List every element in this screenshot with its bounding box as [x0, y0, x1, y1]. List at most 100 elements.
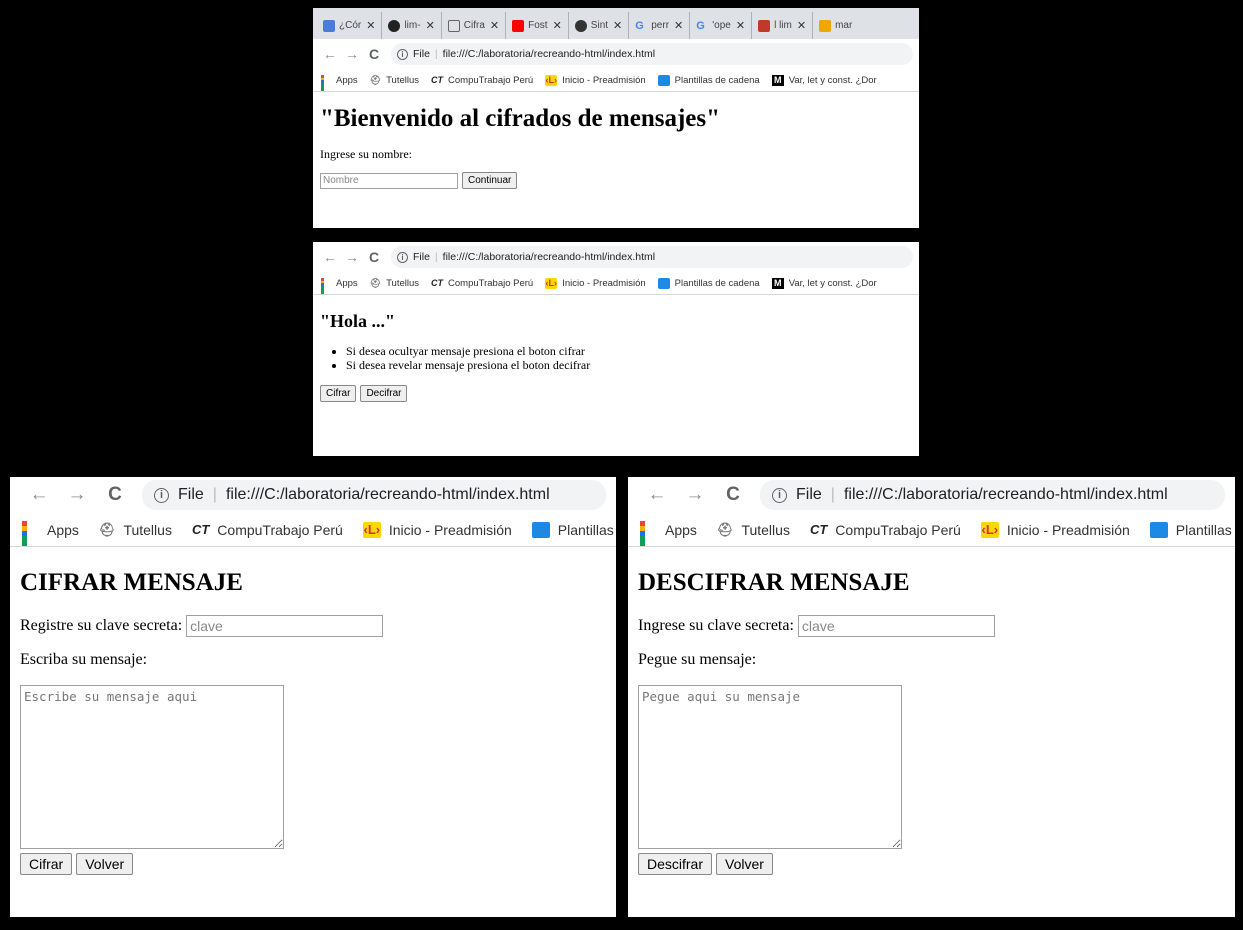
list-item: Si desea ocultyar mensaje presiona el bo… [346, 344, 912, 358]
cipher-button[interactable]: Cifrar [20, 853, 73, 875]
browser-tab[interactable]: Cifra ✕ [442, 12, 507, 39]
cipher-button[interactable]: Cifrar [320, 385, 357, 402]
plantillas-icon [657, 74, 670, 86]
key-input[interactable] [797, 615, 995, 637]
reload-icon[interactable]: C [714, 484, 752, 506]
bookmark-tutellus[interactable]: ⛑ Tutellus [370, 75, 419, 86]
instructions-list: Si desea ocultyar mensaje presiona el bo… [346, 344, 912, 372]
laboratoria-icon [758, 19, 771, 32]
bookmarks-bar: Apps ⛑ Tutellus CT CompuTrabajo Perú ‹L› In… [313, 69, 919, 92]
message-textarea[interactable] [638, 685, 902, 849]
browser-tab[interactable]: l lim ✕ [752, 12, 814, 39]
bookmark-medium[interactable]: M Var, let y const. ¿Dor [771, 277, 877, 289]
tab-strip: ¿Cór ✕ lim- ✕ Cifra ✕ Fost ✕ Sint ✕ Gperr ✕ G '… [313, 8, 919, 39]
bookmark-medium[interactable]: M Var, let y const. ¿Dor [771, 74, 877, 86]
decipher-button[interactable]: Descifrar [638, 853, 713, 875]
bookmark-preadmision[interactable]: ‹L› Inicio - Preadmisión [362, 521, 512, 538]
info-icon[interactable]: i [397, 251, 408, 263]
browser-tab[interactable]: Gperr ✕ [629, 12, 691, 39]
close-icon[interactable]: ✕ [674, 19, 683, 32]
apps-grid-icon [321, 75, 331, 91]
info-icon[interactable]: i [154, 487, 169, 503]
bookmark-apps[interactable]: Apps [321, 278, 358, 294]
close-icon[interactable]: ✕ [736, 19, 745, 32]
bookmark-computrabajo[interactable]: CT CompuTrabajo Perú [192, 522, 343, 538]
bookmark-plantillas[interactable]: Plantillas de cadena [531, 521, 616, 538]
close-icon[interactable]: ✕ [426, 19, 435, 32]
bookmark-preadmision[interactable]: ‹L› Inicio - Preadmisión [545, 74, 646, 86]
forward-icon[interactable]: → [341, 46, 363, 62]
forward-icon[interactable]: → [341, 249, 363, 265]
address-bar[interactable]: i File | file:///C:/laboratoria/recreand… [391, 246, 913, 268]
name-form: Continuar [320, 172, 912, 189]
bookmark-computrabajo[interactable]: CT CompuTrabajo Perú [810, 522, 961, 538]
apps-grid-icon [22, 521, 39, 546]
url-text: file:///C:/laboratoria/recreando-html/in… [442, 251, 656, 263]
browser-tab[interactable]: ¿Cór ✕ [317, 12, 383, 39]
address-bar[interactable]: i File | file:///C:/laboratoria/recreand… [760, 480, 1225, 510]
browser-tab[interactable]: mar [813, 12, 858, 39]
address-bar[interactable]: i File | file:///C:/laboratoria/recreand… [391, 43, 913, 65]
message-label: Escriba su mensaje: [20, 651, 148, 668]
bookmark-tutellus[interactable]: ⛑ Tutellus [370, 278, 419, 289]
continue-button[interactable]: Continuar [462, 172, 518, 189]
tutellus-icon: ⛑ [369, 74, 382, 85]
bookmark-preadmision[interactable]: ‹L› Inicio - Preadmisión [980, 521, 1130, 538]
bookmark-preadmision[interactable]: ‹L› Inicio - Preadmisión [545, 277, 646, 289]
back-button[interactable]: Volver [76, 853, 134, 875]
close-icon[interactable]: ✕ [613, 19, 622, 32]
browser-tab[interactable]: Fost ✕ [506, 12, 569, 39]
browser-tab[interactable]: lim- ✕ [382, 12, 442, 39]
page-content: DESCIFRAR MENSAJE Ingrese su clave secre… [628, 547, 1235, 897]
close-icon[interactable]: ✕ [797, 19, 806, 32]
preadmision-icon: ‹L› [980, 521, 999, 538]
message-textarea[interactable] [20, 685, 284, 849]
info-icon[interactable]: i [772, 487, 787, 503]
action-buttons: Descifrar Volver [638, 853, 1225, 875]
page-title: DESCIFRAR MENSAJE [638, 569, 910, 596]
back-icon[interactable]: ← [638, 484, 676, 506]
name-input[interactable] [320, 172, 458, 189]
back-icon[interactable]: ← [319, 249, 341, 265]
bookmark-tutellus[interactable]: ⛑ Tutellus [717, 522, 790, 538]
bookmark-apps[interactable]: Apps [22, 521, 79, 546]
bookmark-apps[interactable]: Apps [321, 75, 358, 91]
bookmark-plantillas[interactable]: Plantillas de cadena [657, 74, 760, 86]
forward-icon[interactable]: → [58, 484, 96, 506]
decipher-button[interactable]: Decifrar [360, 385, 408, 402]
bookmark-computrabajo[interactable]: CT CompuTrabajo Perú [431, 278, 533, 289]
close-icon[interactable]: ✕ [366, 19, 375, 32]
close-icon[interactable]: ✕ [490, 19, 499, 32]
browser-tab[interactable]: Sint ✕ [569, 12, 630, 39]
computrabajo-icon: CT [431, 75, 444, 85]
translate-icon [323, 19, 335, 32]
screenshot-decipher: ← → C i File | file:///C:/laboratoria/re… [628, 477, 1235, 917]
bookmark-apps[interactable]: Apps [640, 521, 697, 546]
reload-icon[interactable]: C [96, 484, 134, 506]
key-input[interactable] [186, 615, 384, 637]
back-icon[interactable]: ← [319, 46, 341, 62]
url-text: file:///C:/laboratoria/recreando-html/in… [442, 48, 656, 60]
medium-icon: M [771, 74, 784, 86]
forward-icon[interactable]: → [676, 484, 714, 506]
bookmark-plantillas[interactable]: Plantillas de cadena [657, 277, 760, 289]
bookmark-plantillas[interactable]: Plantillas de cadena [1149, 521, 1235, 538]
browser-toolbar: ← → C i File | file:///C:/laboratoria/re… [313, 242, 919, 272]
bookmark-tutellus[interactable]: ⛑ Tutellus [99, 522, 172, 538]
browser-tab[interactable]: G'ope ✕ [690, 12, 753, 39]
close-icon[interactable]: ✕ [553, 19, 562, 32]
screenshot-welcome: ¿Cór ✕ lim- ✕ Cifra ✕ Fost ✕ Sint ✕ Gperr ✕ G '… [313, 8, 919, 228]
back-icon[interactable]: ← [20, 484, 58, 506]
reload-icon[interactable]: C [363, 249, 385, 265]
reload-icon[interactable]: C [363, 46, 385, 62]
back-button[interactable]: Volver [716, 853, 773, 875]
plantillas-icon [657, 277, 670, 289]
info-icon[interactable]: i [397, 48, 408, 60]
computrabajo-icon: CT [809, 522, 828, 537]
bookmarks-bar: Apps ⛑ Tutellus CT CompuTrabajo Perú ‹L› In… [628, 513, 1235, 547]
computrabajo-icon: CT [191, 522, 210, 537]
preadmision-icon: ‹L› [545, 277, 558, 289]
bookmark-computrabajo[interactable]: CT CompuTrabajo Perú [431, 75, 533, 86]
message-label: Pegue su mensaje: [638, 651, 757, 668]
address-bar[interactable]: i File | file:///C:/laboratoria/recreand… [142, 480, 606, 510]
